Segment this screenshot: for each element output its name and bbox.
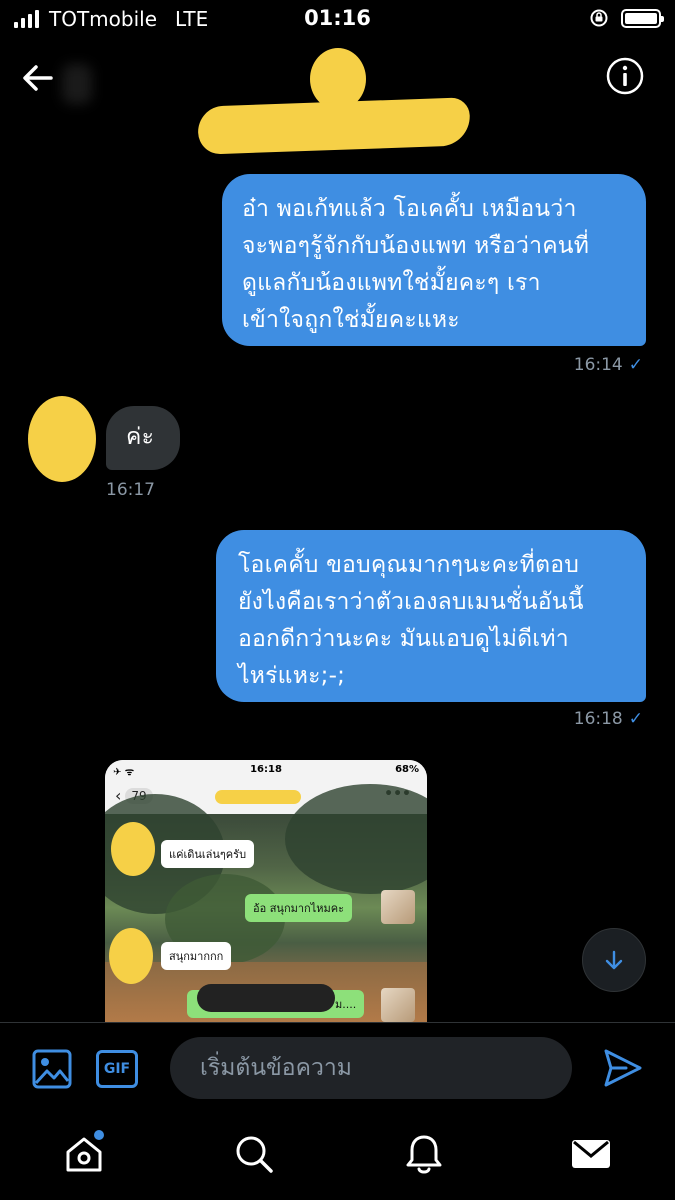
image-icon[interactable] — [30, 1047, 74, 1091]
bell-icon[interactable] — [402, 1132, 446, 1176]
search-icon[interactable] — [232, 1132, 276, 1176]
blurred-name — [62, 64, 92, 104]
message-composer: GIF — [0, 1022, 675, 1118]
text-redaction — [197, 984, 335, 1012]
avatar[interactable] — [28, 396, 96, 482]
arrow-left-icon[interactable] — [18, 58, 58, 98]
embedded-avatar — [381, 890, 415, 924]
scroll-to-bottom-button[interactable] — [582, 928, 646, 992]
message-line: ดูแลกับน้องแพทใช่มั้ยคะๆ เรา — [242, 270, 541, 296]
battery-icon — [621, 8, 664, 28]
avatar-redaction — [109, 928, 153, 984]
name-redaction — [197, 97, 471, 155]
bottom-tab-bar — [0, 1118, 675, 1200]
embedded-avatar — [381, 988, 415, 1022]
embedded-bubble: แค่เดินเล่นๆครับ — [161, 840, 255, 868]
read-check-icon: ✓ — [628, 355, 643, 375]
embedded-status-bar: ✈ ᯤ 16:18 68% — [105, 760, 427, 780]
message-line: ไหร่แหะ;-; — [238, 663, 346, 689]
embedded-time: 16:18 — [250, 764, 282, 775]
read-check-icon: ✓ — [628, 709, 643, 729]
avatar-redaction — [111, 822, 155, 876]
message-line: โอเคคั้บ ขอบคุณมากๆนะคะที่ตอบ — [238, 552, 580, 578]
arrow-down-icon — [605, 950, 623, 970]
clock: 01:16 — [304, 6, 371, 30]
message-line: อ๋า พอเก้ทแล้ว โอเคคั้บ เหมือนว่า — [242, 196, 577, 222]
embedded-bubble: อ้อ สนุกมากไหมคะ — [245, 894, 352, 922]
sent-message[interactable]: โอเคคั้บ ขอบคุณมากๆนะคะที่ตอบ ยังไงคือเร… — [216, 530, 646, 702]
message-line: จะพอๆรู้จักกับน้องแพท หรือว่าคนที่ — [242, 233, 590, 259]
send-icon[interactable] — [600, 1045, 646, 1091]
message-line: เข้าใจถูกใช่มั้ยคะแหะ — [242, 307, 460, 333]
conversation-header — [0, 40, 675, 170]
status-bar: TOTmobile LTE 01:16 — [0, 0, 675, 38]
message-timestamp: 16:17 — [106, 480, 155, 500]
image-message[interactable]: ✈ ᯤ 16:18 68% ‹ 79 ••• แค่เดินเล่นๆครับ … — [105, 760, 427, 1022]
embedded-battery: 68% — [395, 764, 419, 775]
message-line: ค่ะ — [126, 424, 155, 450]
message-timestamp: 16:18 ✓ — [573, 709, 643, 729]
message-timestamp: 16:14 ✓ — [573, 355, 643, 375]
notification-dot — [94, 1130, 104, 1140]
info-icon[interactable] — [605, 56, 645, 96]
embedded-chat: แค่เดินเล่นๆครับ อ้อ สนุกมากไหมคะ สนุกมา… — [105, 784, 427, 1022]
rotation-lock-icon — [590, 9, 608, 27]
embedded-bubble: สนุกมากกก — [161, 942, 232, 970]
mail-icon[interactable] — [569, 1132, 613, 1176]
gif-button[interactable]: GIF — [96, 1050, 138, 1088]
embedded-title-redaction — [215, 790, 301, 804]
message-line: ออกดีกว่านะคะ มันแอบดูไม่ดีเท่า — [238, 626, 569, 652]
sent-message[interactable]: อ๋า พอเก้ทแล้ว โอเคคั้บ เหมือนว่า จะพอๆร… — [222, 174, 646, 346]
received-message[interactable]: ค่ะ — [106, 406, 180, 470]
message-line: ยังไงคือเราว่าตัวเองลบเมนชั่นอันนี้ — [238, 589, 584, 615]
message-input[interactable] — [170, 1037, 572, 1099]
